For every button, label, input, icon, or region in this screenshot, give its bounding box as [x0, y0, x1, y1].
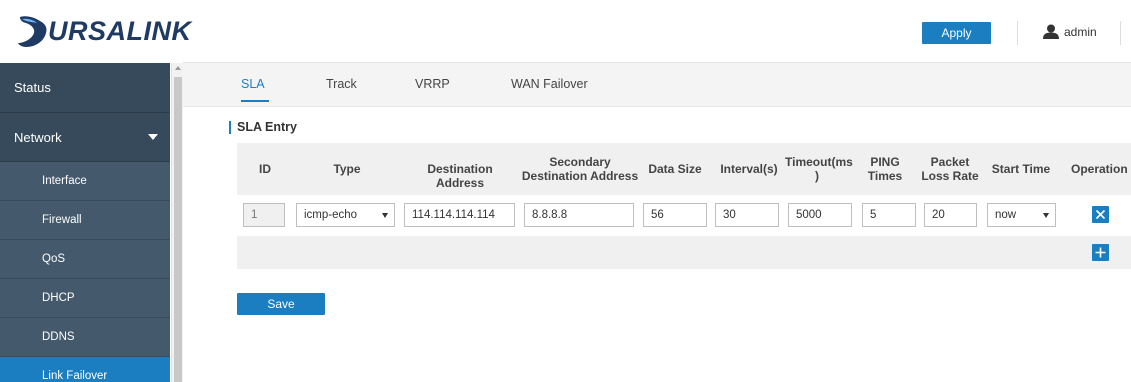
- tab-vrrp[interactable]: VRRP: [415, 77, 450, 91]
- dropdown-arrow-icon: [382, 213, 388, 218]
- header-divider: [1017, 21, 1018, 45]
- caret-down-icon: [148, 134, 158, 140]
- sidebar-item-interface[interactable]: Interface: [0, 162, 170, 201]
- sidebar-item-ddns[interactable]: DDNS: [0, 318, 170, 357]
- header-line: PING: [870, 155, 900, 169]
- dropdown-arrow-icon: [1043, 213, 1049, 218]
- column-header-data-size: Data Size: [648, 162, 702, 176]
- data-size-input[interactable]: 56: [643, 203, 707, 227]
- sidebar-item-label: Firewall: [42, 214, 82, 226]
- sidebar-item-network[interactable]: Network: [0, 113, 170, 162]
- apply-button[interactable]: Apply: [922, 22, 991, 44]
- start-time-select[interactable]: now: [987, 203, 1056, 227]
- column-header-type: Type: [333, 162, 361, 176]
- column-header-id: ID: [259, 162, 271, 176]
- user-menu[interactable]: admin: [1043, 24, 1097, 39]
- header-line: Loss Rate: [921, 169, 979, 183]
- sidebar-item-label: DDNS: [42, 331, 75, 343]
- sidebar-item-link-failover[interactable]: Link Failover: [0, 357, 170, 382]
- header-line: Times: [867, 169, 903, 183]
- tab-sla[interactable]: SLA: [241, 77, 265, 91]
- header-line: Timeout(ms: [785, 155, 853, 169]
- sidebar-item-label: DHCP: [42, 292, 75, 304]
- timeout-input[interactable]: 5000: [788, 203, 852, 227]
- type-select-value: icmp-echo: [304, 209, 358, 221]
- header: URSALINK Apply admin: [0, 0, 1131, 62]
- bear-logo-icon: [18, 16, 47, 47]
- tab-wan-failover[interactable]: WAN Failover: [511, 77, 588, 91]
- sidebar-item-label: QoS: [42, 253, 66, 265]
- destination-address-input[interactable]: 114.114.114.114: [404, 203, 515, 227]
- user-icon: [1043, 24, 1059, 39]
- start-time-value: now: [995, 209, 1017, 221]
- scroll-up-icon[interactable]: [175, 66, 181, 70]
- table-header: ID Type Destination Address Secondary De…: [237, 143, 1131, 195]
- header-divider: [1120, 21, 1121, 45]
- sidebar-item-label: Network: [14, 129, 62, 145]
- add-row: [237, 236, 1131, 269]
- tab-bar: SLA Track VRRP WAN Failover: [183, 63, 1131, 107]
- sidebar-item-label: Link Failover: [42, 370, 108, 382]
- sidebar-item-label: Interface: [42, 175, 87, 187]
- tab-track[interactable]: Track: [326, 77, 357, 91]
- column-header-interval: Interval(s): [720, 162, 778, 176]
- packet-loss-rate-input[interactable]: 20: [924, 203, 977, 227]
- delete-row-button[interactable]: [1092, 206, 1109, 223]
- logo: URSALINK: [16, 10, 192, 52]
- sidebar-item-qos[interactable]: QoS: [0, 240, 170, 279]
- add-row-button[interactable]: [1092, 244, 1109, 261]
- plus-icon: [1095, 247, 1106, 258]
- sidebar-item-dhcp[interactable]: DHCP: [0, 279, 170, 318]
- column-header-ping-times: PING Times: [863, 155, 907, 183]
- close-icon: [1095, 209, 1106, 220]
- column-header-packet-loss: Packet Loss Rate: [919, 155, 981, 183]
- table-row: 1 icmp-echo 114.114.114.114 8.8.8.8 56 3…: [237, 195, 1131, 236]
- sidebar-item-firewall[interactable]: Firewall: [0, 201, 170, 240]
- save-button[interactable]: Save: [237, 293, 325, 315]
- section-title: SLA Entry: [229, 121, 297, 134]
- header-line: Secondary: [549, 155, 611, 169]
- ping-times-input[interactable]: 5: [862, 203, 916, 227]
- brand-name: URSALINK: [48, 15, 192, 46]
- active-tab-indicator: [241, 100, 269, 102]
- scrollbar-thumb[interactable]: [174, 77, 182, 382]
- sidebar-scrollbar[interactable]: [171, 63, 183, 382]
- header-line: Packet: [930, 155, 970, 169]
- sidebar-item-status[interactable]: Status: [0, 63, 170, 113]
- header-line: Destination Address: [521, 169, 639, 183]
- column-header-operation: Operation: [1071, 162, 1128, 176]
- header-line: ): [815, 169, 819, 183]
- sidebar: Status Network Interface Firewall QoS DH…: [0, 63, 170, 382]
- interval-input[interactable]: 30: [715, 203, 779, 227]
- column-header-timeout: Timeout(ms ): [785, 155, 853, 183]
- type-select[interactable]: icmp-echo: [296, 203, 395, 227]
- column-header-start-time: Start Time: [991, 162, 1051, 176]
- column-header-destination: Destination Address: [427, 162, 493, 190]
- secondary-destination-input[interactable]: 8.8.8.8: [524, 203, 634, 227]
- id-field: 1: [243, 203, 285, 227]
- column-header-secondary: Secondary Destination Address: [521, 155, 639, 183]
- sidebar-item-label: Status: [14, 80, 51, 95]
- user-name: admin: [1064, 24, 1097, 39]
